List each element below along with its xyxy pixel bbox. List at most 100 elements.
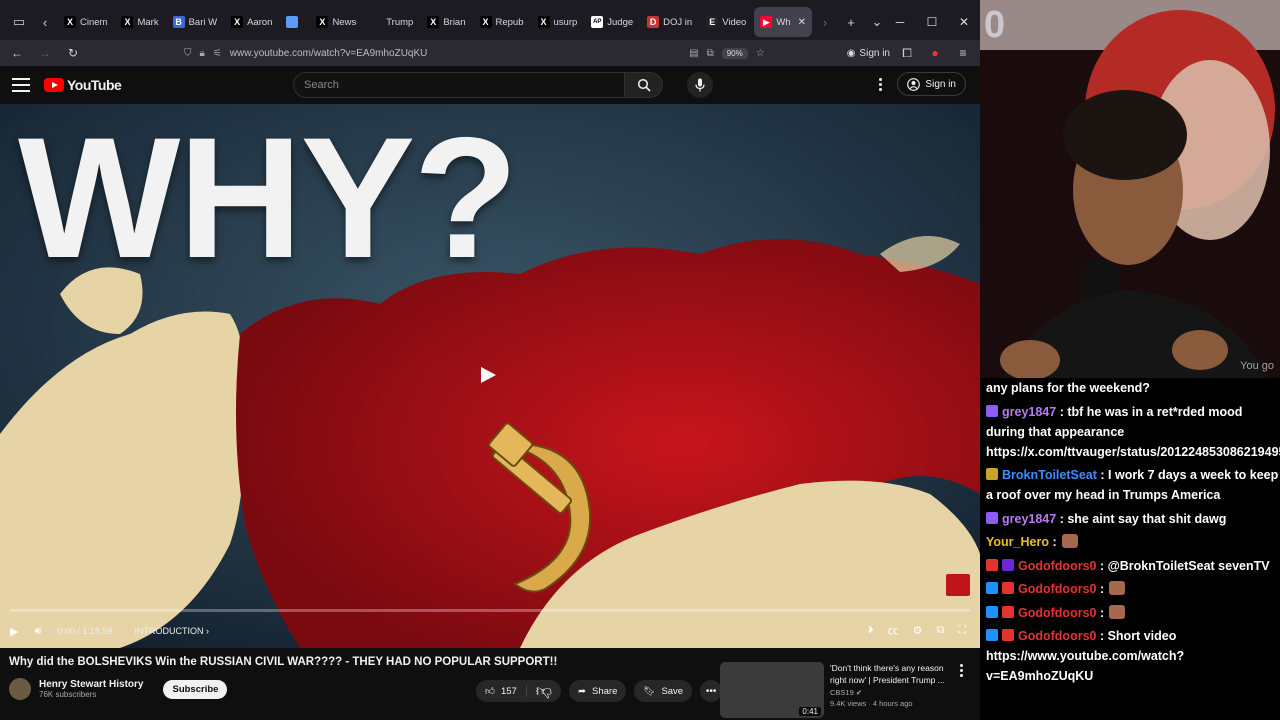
subscribe-button[interactable]: Subscribe [163, 679, 228, 699]
browser-tab[interactable]: D DOJ in [641, 7, 698, 37]
back-icon[interactable]: ← [6, 42, 28, 64]
voice-search-button[interactable] [687, 72, 713, 98]
browser-tab[interactable]: Xusurp [532, 7, 584, 37]
maximize-icon[interactable]: ☐ [916, 15, 948, 29]
captions-icon[interactable]: ㏄ [888, 622, 899, 638]
close-tab-icon[interactable]: ✕ [798, 17, 806, 28]
play-pause-button[interactable]: ▶ [10, 625, 18, 638]
browser-tab-label: Video [722, 16, 747, 28]
chat-username[interactable]: Godofdoors0 [1018, 559, 1100, 573]
chat-badge-icon[interactable] [1002, 605, 1014, 618]
account-button[interactable]: ◉ Sign in [847, 48, 890, 59]
chat-username[interactable]: Godofdoors0 [1018, 582, 1100, 596]
browser-tab[interactable]: X Mark [115, 7, 164, 37]
app-menu-icon[interactable]: ≡ [952, 42, 974, 64]
window-controls: ─ ☐ ✕ [884, 0, 980, 44]
browser-tab[interactable]: E Video [700, 7, 752, 37]
forward-icon[interactable]: → [34, 42, 56, 64]
bookmark-star-icon[interactable]: ☆ [756, 48, 765, 59]
chat-username[interactable]: BroknToiletSeat [1002, 468, 1100, 482]
browser-tab[interactable] [280, 7, 308, 37]
miniplayer-icon[interactable]: ⧉ [936, 624, 944, 637]
chat-badge-icon[interactable] [986, 605, 998, 618]
chat-username[interactable]: grey1847 [1002, 512, 1060, 526]
search-icon [637, 78, 651, 92]
chat-badge-icon[interactable] [986, 468, 998, 480]
recommended-title[interactable]: 'Don't think there's any reason right no… [830, 662, 960, 686]
fullscreen-icon[interactable]: ⛶ [958, 624, 966, 637]
progress-bar[interactable] [10, 609, 970, 612]
address-bar[interactable]: ⛉ 🔒︎ ⚟ www.youtube.com/watch?v=EA9mhoZUq… [174, 42, 775, 64]
search-button[interactable] [625, 72, 663, 98]
browser-tab[interactable]: ▶ Wh ✕ [754, 7, 812, 37]
permissions-icon[interactable]: ⚟ [213, 48, 222, 59]
chat-message: BroknToiletSeat : I work 7 days a week t… [986, 465, 1280, 505]
chat-emote-icon [1061, 534, 1078, 548]
chat-text: : [1052, 535, 1057, 549]
video-player[interactable]: WHY? ▶ 🔊︎ 0:00 / 1:18:59 INTRODUCTION › … [0, 104, 980, 648]
recommended-menu-icon[interactable] [960, 664, 964, 677]
screenshot-icon[interactable]: ⧉ [707, 48, 714, 59]
dislike-button[interactable]: 👎︎ [527, 682, 561, 701]
center-play-button[interactable] [470, 362, 506, 388]
autoplay-toggle-icon[interactable]: ⏵ [868, 624, 874, 637]
extensions-icon[interactable]: ⧠ [896, 42, 918, 64]
zoom-indicator[interactable]: 90% [721, 47, 748, 59]
chat-badge-icon[interactable] [986, 629, 998, 641]
recommended-video[interactable]: 0:41 'Don't think there's any reason rig… [720, 662, 976, 718]
bari-favicon-icon: B [172, 16, 185, 28]
more-actions-icon[interactable]: ••• [700, 680, 723, 702]
browser-tab[interactable]: Trump [364, 7, 419, 37]
channel-name[interactable]: Henry Stewart History [39, 679, 143, 690]
chat-badge-icon[interactable] [1002, 582, 1014, 594]
chat-badge-icon[interactable] [1002, 558, 1014, 571]
chat-username[interactable]: Godofdoors0 [1018, 629, 1100, 643]
browser-tab-label: Trump [386, 16, 414, 28]
like-button[interactable]: 👍︎ 157 [476, 685, 527, 697]
browser-tab[interactable]: X News [310, 7, 362, 37]
reload-icon[interactable]: ↻ [62, 42, 84, 64]
youtube-logo[interactable]: YouTube [44, 77, 122, 93]
chat-username[interactable]: grey1847 [1002, 405, 1060, 419]
browser-tab[interactable]: X Cinem [58, 7, 113, 37]
close-window-icon[interactable]: ✕ [948, 15, 980, 29]
url-text[interactable]: www.youtube.com/watch?v=EA9mhoZUqKU [230, 48, 428, 59]
reader-view-icon[interactable]: ▤ [689, 48, 698, 59]
guide-menu-icon[interactable] [12, 78, 30, 92]
search-input[interactable]: Search [293, 72, 625, 98]
settings-kebab-icon[interactable] [879, 77, 883, 91]
browser-tab[interactable]: X Repub [474, 7, 530, 37]
browser-tab[interactable]: B Bari W [167, 7, 224, 37]
new-tab-icon[interactable]: + [838, 9, 864, 35]
browser-tab[interactable]: AP Judge [585, 7, 639, 37]
channel-watermark-icon[interactable] [946, 574, 970, 596]
addon-icon[interactable]: ● [924, 42, 946, 64]
share-button[interactable]: ➦ Share [569, 680, 627, 702]
chat-badge-icon[interactable] [986, 404, 998, 417]
settings-gear-icon[interactable]: ⚙ [913, 624, 923, 637]
chat-badge-icon[interactable] [1002, 629, 1014, 641]
chat-text: : @BroknToiletSeat sevenTV [1099, 558, 1270, 573]
chapter-chevron-icon[interactable]: › [203, 626, 209, 636]
lock-icon[interactable]: 🔒︎ [200, 48, 205, 59]
chapter-title[interactable]: INTRODUCTION [134, 626, 203, 636]
chat-badge-icon[interactable] [986, 511, 998, 524]
browser-tab[interactable]: X Brian [421, 7, 471, 37]
youtube-signin-button[interactable]: Sign in [897, 72, 966, 96]
chat-username[interactable]: Godofdoors0 [1018, 606, 1100, 620]
channel-avatar[interactable] [9, 678, 31, 700]
volume-icon[interactable]: 🔊︎ [34, 625, 41, 638]
tab-scroll-right-icon[interactable]: › [812, 9, 838, 35]
shield-icon[interactable]: ⛉ [184, 48, 192, 59]
minimize-icon[interactable]: ─ [884, 15, 916, 29]
chat-username[interactable]: Your_Hero [986, 535, 1052, 549]
save-button[interactable]: 🔖︎ Save [634, 680, 693, 702]
tab-scroll-left-icon[interactable]: ‹ [32, 9, 58, 35]
chat-badge-icon[interactable] [986, 558, 998, 571]
browser-tab[interactable]: X Aaron [225, 7, 278, 37]
browser-tab-label: DOJ in [663, 16, 693, 28]
recommended-thumbnail[interactable]: 0:41 [720, 662, 824, 718]
chat-badge-icon[interactable] [986, 582, 998, 594]
doj-favicon-icon: D [647, 16, 660, 28]
tab-overview-icon[interactable]: ▭ [6, 9, 32, 35]
